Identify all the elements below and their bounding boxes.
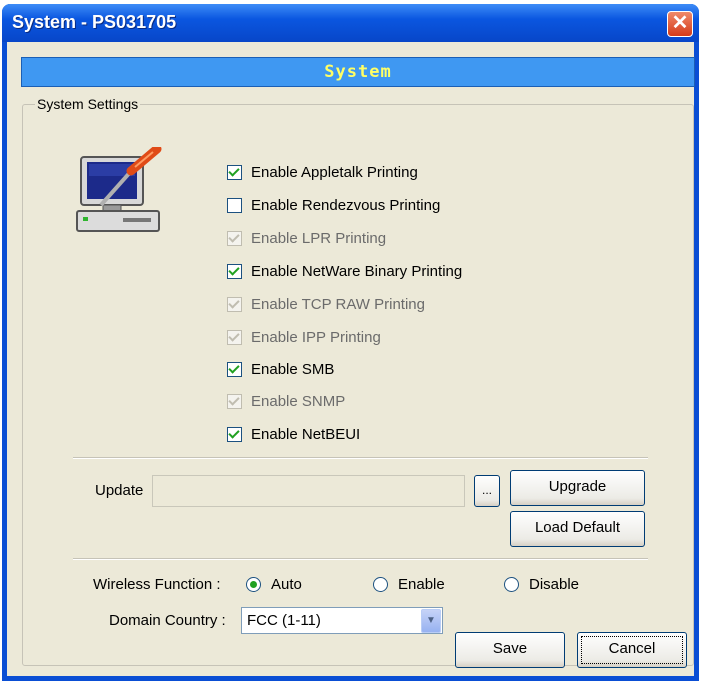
radio-disable[interactable]: Disable — [504, 576, 579, 593]
chevron-down-icon[interactable]: ▼ — [421, 609, 441, 633]
radio-button[interactable] — [246, 577, 261, 592]
system-settings-group: System Settings Enable Appletalk Printin… — [22, 96, 694, 666]
checkbox-box[interactable] — [227, 164, 242, 180]
radio-label: Disable — [529, 576, 580, 593]
radio-enable[interactable]: Enable — [373, 576, 445, 593]
update-path-field[interactable] — [152, 475, 465, 507]
checkbox-box[interactable] — [227, 361, 242, 377]
checkbox-box[interactable] — [227, 329, 242, 345]
checkbox-label: Enable SMB — [251, 360, 335, 378]
divider — [73, 457, 648, 459]
checkbox-label: Enable Appletalk Printing — [251, 163, 418, 181]
dialog-body: System System Settings Enable Appletalk … — [7, 42, 695, 676]
checkbox-snmp[interactable]: Enable SNMP — [227, 390, 345, 412]
update-label: Update — [95, 482, 144, 499]
checkbox-label: Enable SNMP — [251, 392, 346, 410]
checkbox-box[interactable] — [227, 426, 242, 442]
load-default-button[interactable]: Load Default — [510, 511, 645, 547]
close-button[interactable]: ✕ — [667, 11, 693, 37]
section-banner: System — [21, 57, 695, 87]
checkbox-box[interactable] — [227, 296, 242, 312]
checkbox-label: Enable TCP RAW Printing — [251, 295, 425, 313]
checkbox-label: Enable NetBEUI — [251, 425, 361, 443]
close-icon: ✕ — [671, 12, 689, 34]
checkbox-lpr[interactable]: Enable LPR Printing — [227, 227, 386, 249]
checkbox-label: Enable Rendezvous Printing — [251, 196, 441, 214]
title-bar[interactable]: System - PS031705 ✕ — [2, 4, 699, 42]
checkbox-label: Enable IPP Printing — [251, 328, 381, 346]
checkbox-label: Enable LPR Printing — [251, 229, 387, 247]
radio-auto[interactable]: Auto — [246, 576, 302, 593]
save-button[interactable]: Save — [455, 632, 565, 668]
window-title: System - PS031705 — [12, 12, 177, 32]
checkbox-tcp-raw[interactable]: Enable TCP RAW Printing — [227, 293, 425, 315]
checkbox-ipp[interactable]: Enable IPP Printing — [227, 326, 381, 348]
select-value: FCC (1-11) — [247, 612, 321, 629]
radio-button[interactable] — [373, 577, 388, 592]
checkbox-box[interactable] — [227, 197, 242, 213]
checkbox-label: Enable NetWare Binary Printing — [251, 262, 463, 280]
domain-country-label: Domain Country : — [109, 612, 226, 629]
checkbox-box[interactable] — [227, 393, 242, 409]
domain-country-select[interactable]: FCC (1-11) ▼ — [241, 607, 443, 634]
radio-button[interactable] — [504, 577, 519, 592]
checkbox-netbeui[interactable]: Enable NetBEUI — [227, 423, 360, 445]
divider — [73, 558, 648, 560]
group-legend: System Settings — [35, 96, 141, 112]
checkbox-appletalk[interactable]: Enable Appletalk Printing — [227, 161, 418, 183]
browse-button[interactable]: ... — [474, 475, 500, 507]
checkbox-smb[interactable]: Enable SMB — [227, 358, 334, 380]
checkbox-rendezvous[interactable]: Enable Rendezvous Printing — [227, 194, 440, 216]
radio-label: Enable — [398, 576, 445, 593]
computer-screwdriver-icon — [76, 147, 162, 232]
system-dialog: System - PS031705 ✕ System System Settin… — [2, 4, 699, 681]
checkbox-netware[interactable]: Enable NetWare Binary Printing — [227, 260, 462, 282]
upgrade-button[interactable]: Upgrade — [510, 470, 645, 506]
cancel-button[interactable]: Cancel — [577, 632, 687, 668]
radio-label: Auto — [271, 576, 302, 593]
checkbox-box[interactable] — [227, 263, 242, 279]
wireless-function-label: Wireless Function : — [93, 576, 221, 593]
checkbox-box[interactable] — [227, 230, 242, 246]
